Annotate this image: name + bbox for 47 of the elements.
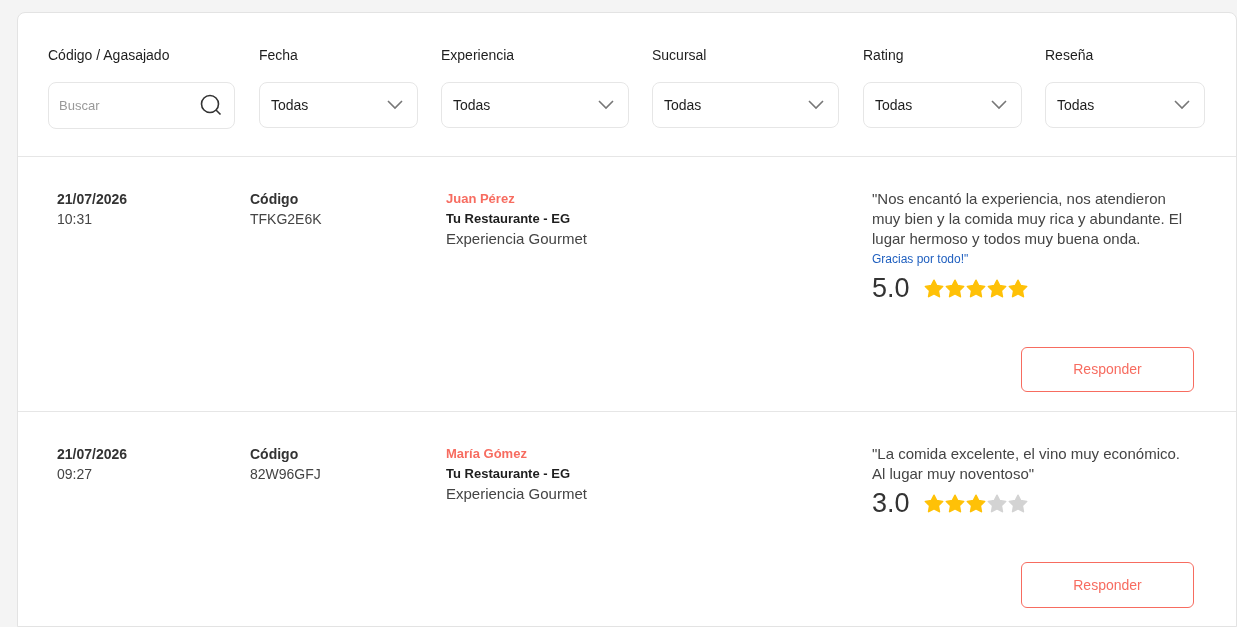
- chevron-down-icon: [808, 100, 824, 110]
- guest-name: Juan Pérez: [446, 190, 516, 208]
- chevron-down-icon: [1174, 100, 1190, 110]
- review-text: "Nos encantó la experiencia, nos atendieron muy bien y la comida muy rica y abundante. El lugar hermoso y todos muy buena onda.: [872, 189, 1184, 249]
- review-time: 10:31: [57, 210, 94, 229]
- star-icon: [944, 278, 965, 298]
- filter-dropdown[interactable]: Todas: [441, 82, 629, 128]
- search-field[interactable]: Buscar: [48, 82, 235, 129]
- rating-score: 3.0: [872, 487, 910, 520]
- search-icon: [200, 94, 222, 116]
- review-date: 21/07/2026: [57, 445, 129, 464]
- review-text: "La comida excelente, el vino muy económico. Al lugar muy noventoso": [872, 444, 1181, 484]
- experience-name: Experiencia Gourmet: [446, 229, 588, 249]
- code-label: Código: [250, 445, 300, 464]
- branch-name: Tu Restaurante - EG: [446, 210, 571, 228]
- code-label: Código: [250, 190, 300, 209]
- filter-label: Fecha: [259, 46, 299, 65]
- filter-label: Rating: [863, 46, 905, 65]
- star-icon: [965, 493, 986, 513]
- filter-dropdown[interactable]: Todas: [652, 82, 839, 128]
- experience-name: Experiencia Gourmet: [446, 484, 588, 504]
- star-icon: [986, 493, 1007, 513]
- review-date: 21/07/2026: [57, 190, 129, 209]
- rating-score: 5.0: [872, 272, 910, 305]
- filter-label: Sucursal: [652, 46, 708, 65]
- star-icon: [986, 278, 1007, 298]
- star-icon: [1007, 278, 1028, 298]
- filter-dropdown[interactable]: Todas: [1045, 82, 1205, 128]
- review-time: 09:27: [57, 465, 94, 484]
- chevron-down-icon: [387, 100, 403, 110]
- filter-dropdown[interactable]: Todas: [863, 82, 1022, 128]
- chevron-down-icon: [991, 100, 1007, 110]
- star-icon: [1007, 493, 1028, 513]
- star-icon: [944, 493, 965, 513]
- star-icon: [923, 493, 944, 513]
- filter-dropdown[interactable]: Todas: [259, 82, 418, 128]
- reservation-code: TFKG2E6K: [250, 210, 323, 229]
- review-text: Gracias por todo!": [872, 251, 970, 268]
- filter-label: Experiencia: [441, 46, 516, 65]
- filter-label: Código / Agasajado: [48, 46, 171, 65]
- chevron-down-icon: [598, 100, 614, 110]
- star-icon: [965, 278, 986, 298]
- reservation-code: 82W96GFJ: [250, 465, 322, 484]
- star-icon: [923, 278, 944, 298]
- branch-name: Tu Restaurante - EG: [446, 465, 571, 483]
- filter-label: Reseña: [1045, 46, 1095, 65]
- guest-name: María Gómez: [446, 445, 528, 463]
